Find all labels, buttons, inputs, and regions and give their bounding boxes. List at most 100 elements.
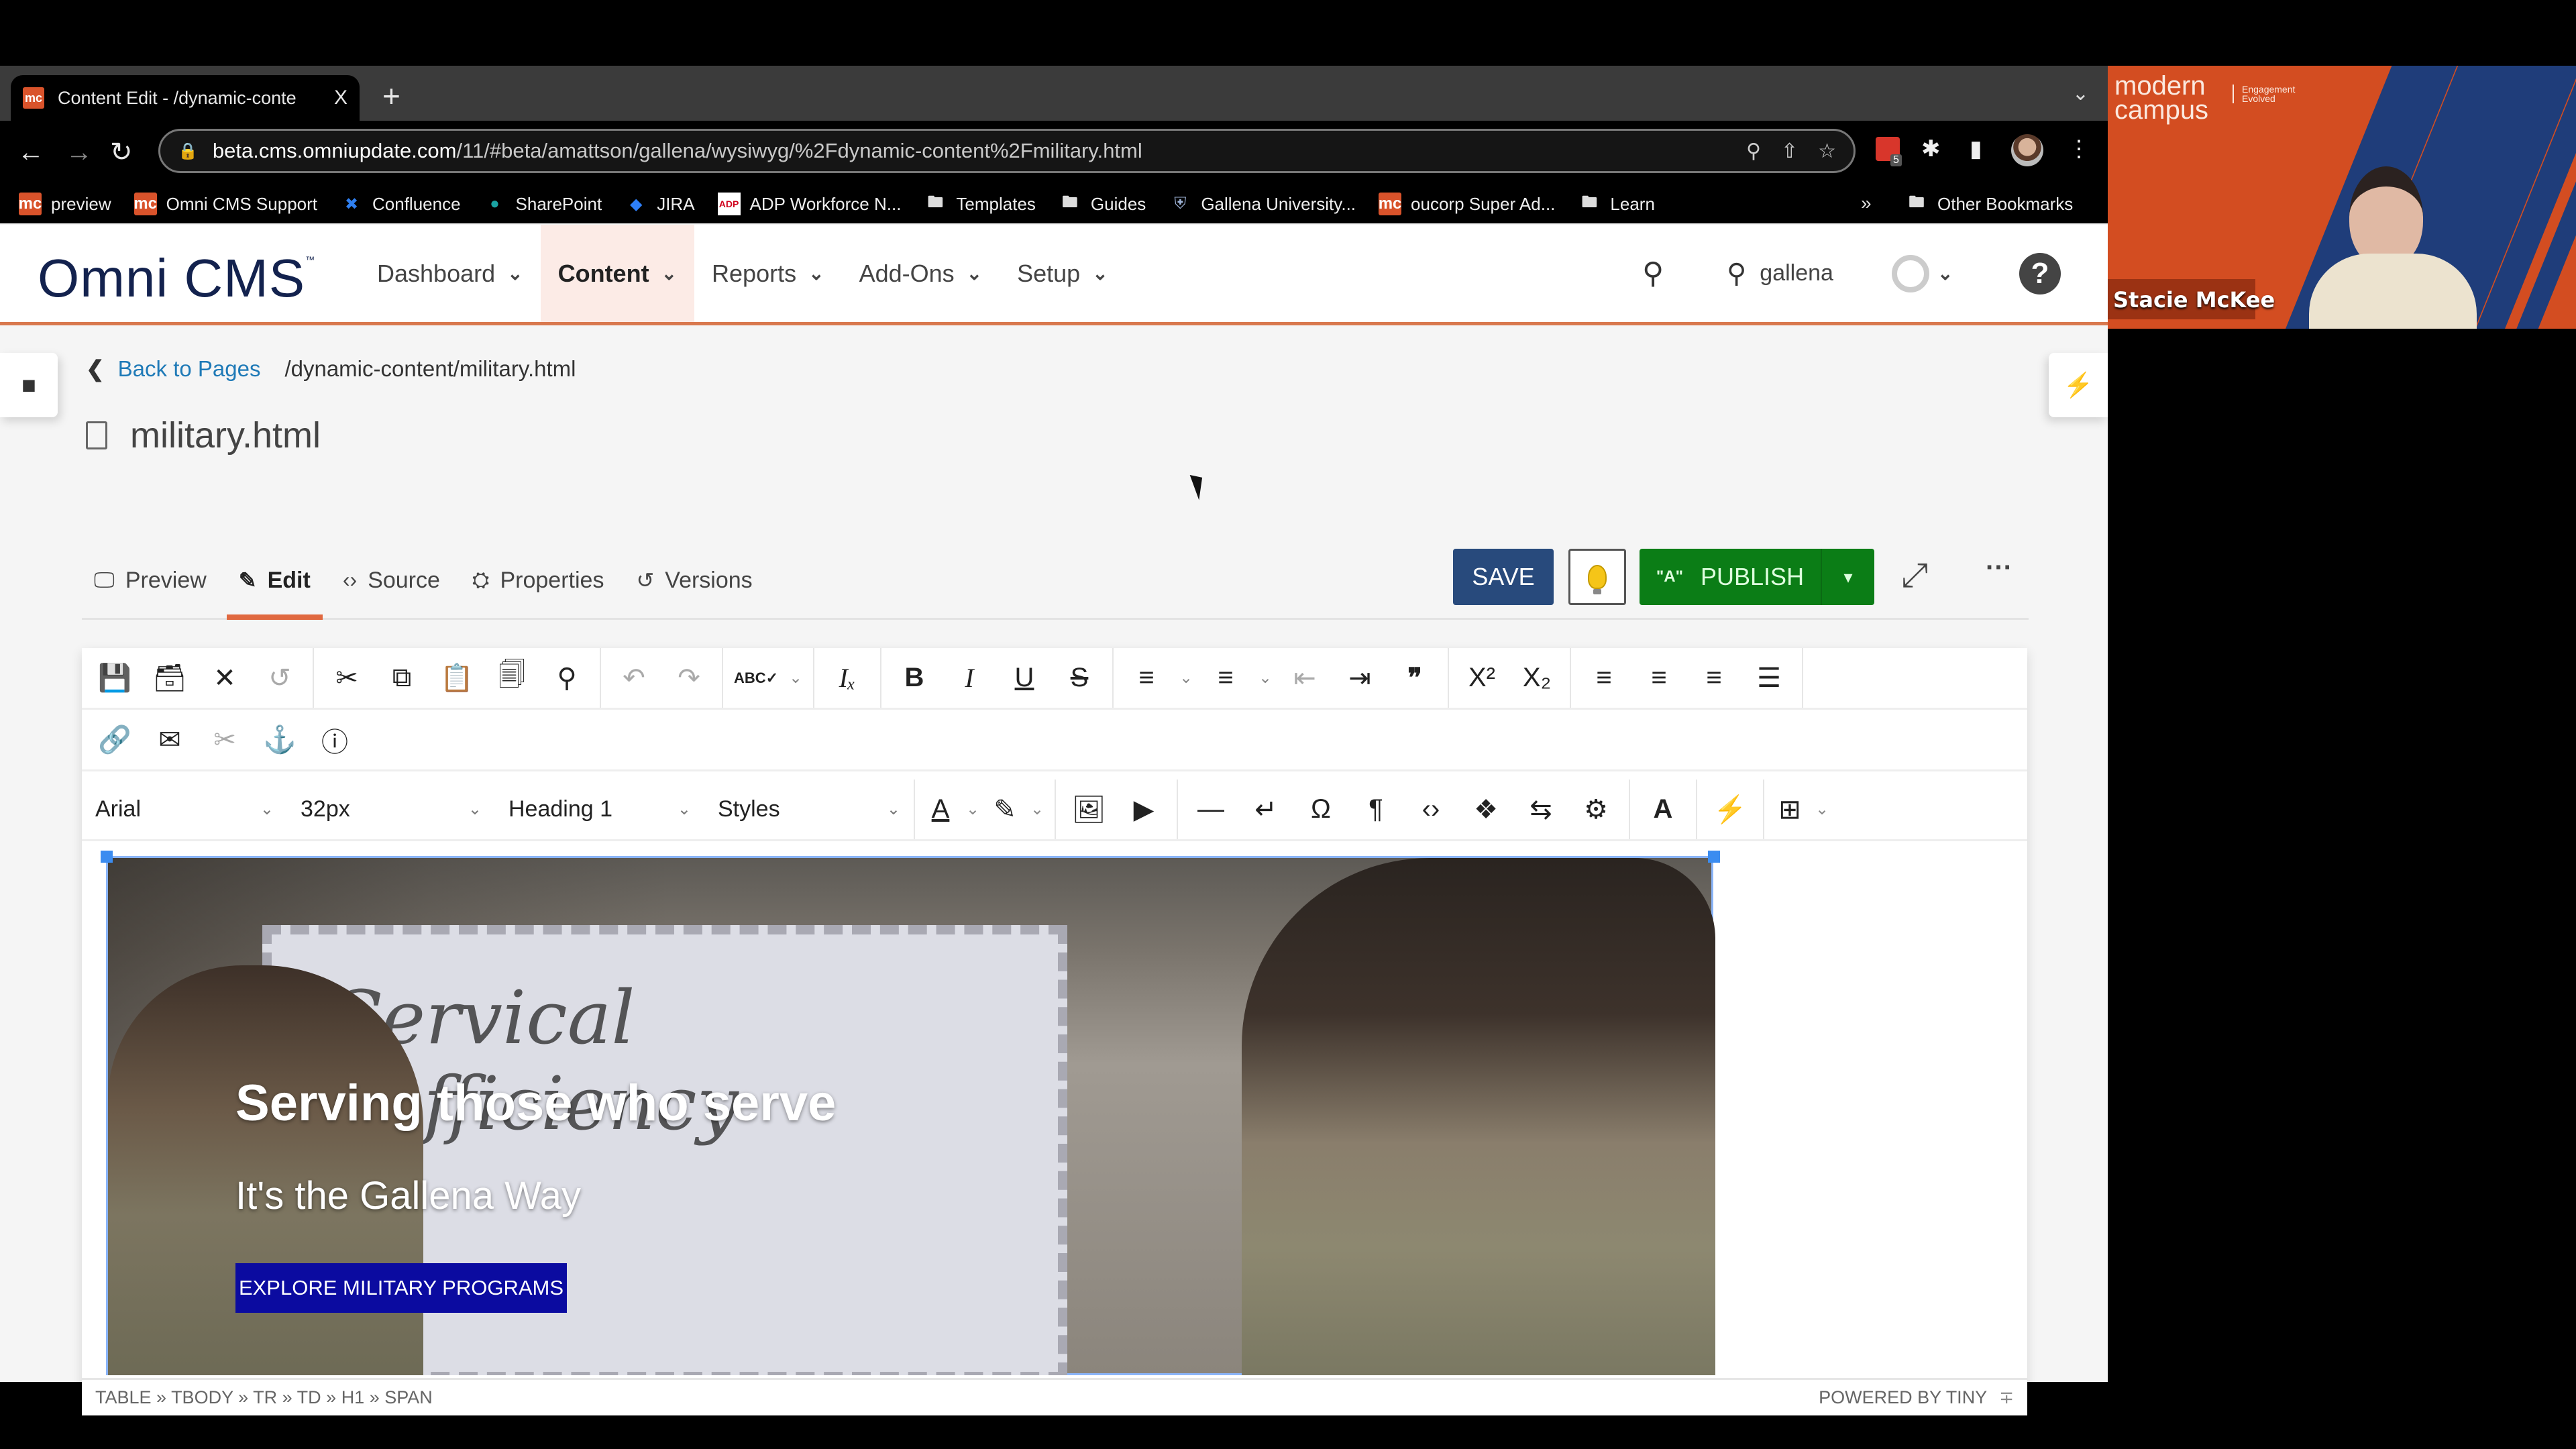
bookmark-guides[interactable]: 🖿 Guides bbox=[1059, 193, 1146, 215]
insert-image-icon[interactable]: 🖼 bbox=[1061, 786, 1116, 833]
profile-avatar[interactable] bbox=[2011, 134, 2043, 166]
numbered-list-icon[interactable]: ≡ bbox=[1198, 655, 1253, 702]
strikethrough-icon[interactable]: S bbox=[1052, 655, 1107, 702]
align-center-icon[interactable]: ≡ bbox=[1631, 655, 1686, 702]
chevron-down-icon[interactable]: ⌄ bbox=[961, 786, 985, 833]
bookmark-gallena-university[interactable]: ⛨ Gallena University... bbox=[1169, 193, 1356, 215]
powered-by-tiny-link[interactable]: POWERED BY TINY bbox=[1819, 1387, 1987, 1408]
path-h1[interactable]: H1 bbox=[341, 1387, 365, 1407]
address-bar[interactable]: 🔒 beta.cms.omniupdate.com/11/#beta/amatt… bbox=[158, 129, 1856, 173]
align-left-icon[interactable]: ≡ bbox=[1576, 655, 1631, 702]
new-tab-button[interactable]: + bbox=[382, 80, 400, 111]
forward-arrow-icon[interactable]: → bbox=[66, 136, 93, 169]
styles-select[interactable]: Styles ⌄ bbox=[704, 780, 914, 839]
fullscreen-expand-icon[interactable]: ⤢ bbox=[1901, 555, 1928, 595]
unlink-icon[interactable]: ✂ bbox=[197, 716, 252, 763]
email-icon[interactable]: ✉ bbox=[142, 716, 197, 763]
nav-setup[interactable]: Setup ⌄ bbox=[1000, 225, 1126, 322]
block-format-select[interactable]: Heading 1 ⌄ bbox=[495, 780, 704, 839]
zoom-icon[interactable]: ⚲ bbox=[1746, 140, 1761, 163]
tab-properties[interactable]: ⛭ Properties bbox=[460, 562, 616, 620]
bookmark-confluence[interactable]: ✖ Confluence bbox=[340, 193, 461, 215]
spellcheck-icon[interactable]: ABC✓ bbox=[729, 655, 784, 702]
path-td[interactable]: TD bbox=[297, 1387, 321, 1407]
back-arrow-icon[interactable]: ← bbox=[17, 136, 44, 169]
path-table[interactable]: TABLE bbox=[95, 1387, 152, 1407]
help-icon[interactable]: ⓘ bbox=[307, 716, 362, 763]
save-as-icon[interactable]: 🗃 bbox=[142, 655, 197, 702]
lightning-icon[interactable]: ⚡ bbox=[1703, 786, 1758, 833]
bold-icon[interactable]: B bbox=[887, 655, 942, 702]
font-family-select[interactable]: Arial ⌄ bbox=[82, 780, 287, 839]
bookmark-jira[interactable]: ◆ JIRA bbox=[625, 193, 695, 215]
justify-icon[interactable]: ☰ bbox=[1741, 655, 1796, 702]
hero-subheading[interactable]: It's the Gallena Way bbox=[235, 1173, 581, 1218]
back-to-pages-link[interactable]: ❮ Back to Pages bbox=[86, 356, 260, 382]
path-tr[interactable]: TR bbox=[253, 1387, 277, 1407]
accessibility-check-icon[interactable]: A bbox=[1635, 786, 1690, 833]
explore-military-programs-button[interactable]: EXPLORE MILITARY PROGRAMS bbox=[235, 1263, 567, 1313]
table-icon[interactable]: ⊞ bbox=[1770, 786, 1810, 833]
snippet-puzzle-icon[interactable]: ❖ bbox=[1458, 786, 1513, 833]
path-span[interactable]: SPAN bbox=[384, 1387, 433, 1407]
resize-handle-top-right[interactable] bbox=[1708, 851, 1720, 863]
paste-icon[interactable]: 📋 bbox=[429, 655, 484, 702]
redo-icon[interactable]: ↷ bbox=[661, 655, 716, 702]
save-button[interactable]: SAVE bbox=[1453, 549, 1554, 605]
nav-add-ons[interactable]: Add-Ons ⌄ bbox=[842, 225, 1000, 322]
code-icon[interactable]: ‹› bbox=[1403, 786, 1458, 833]
nav-reports[interactable]: Reports ⌄ bbox=[694, 225, 842, 322]
tab-preview[interactable]: 🖵 Preview bbox=[82, 562, 219, 620]
tab-source[interactable]: ‹› Source bbox=[331, 562, 452, 620]
url-text[interactable]: beta.cms.omniupdate.com/11/#beta/amattso… bbox=[213, 139, 1726, 163]
chevron-down-icon[interactable]: ⌄ bbox=[784, 655, 808, 702]
resize-handle-top-left[interactable] bbox=[101, 851, 113, 863]
nav-dashboard[interactable]: Dashboard ⌄ bbox=[360, 225, 541, 322]
bookmarks-overflow-button[interactable]: » bbox=[1861, 193, 1872, 214]
editor-resize-handle-icon[interactable]: ∓ bbox=[1999, 1387, 2014, 1408]
link-icon[interactable]: 🔗 bbox=[87, 716, 142, 763]
insert-video-icon[interactable]: ▶ bbox=[1116, 786, 1171, 833]
hero-image-block[interactable]: Cervical Sufficiency Serving those who s… bbox=[106, 856, 1715, 1375]
chevron-down-icon[interactable]: ⌄ bbox=[1810, 786, 1834, 833]
blockquote-icon[interactable]: ❞ bbox=[1387, 655, 1442, 702]
path-tbody[interactable]: TBODY bbox=[171, 1387, 233, 1407]
component-icon[interactable]: ⚙ bbox=[1568, 786, 1623, 833]
font-size-select[interactable]: 32px ⌄ bbox=[287, 780, 495, 839]
tab-versions[interactable]: ↺ Versions bbox=[624, 562, 764, 620]
gadgets-toggle[interactable]: ⚡ bbox=[2049, 353, 2108, 417]
tab-search-chevron-icon[interactable]: ⌄ bbox=[2072, 82, 2089, 105]
outdent-icon[interactable]: ⇤ bbox=[1277, 655, 1332, 702]
cut-icon[interactable]: ✂ bbox=[319, 655, 374, 702]
publish-button[interactable]: "A" PUBLISH bbox=[1640, 549, 1821, 605]
undo-icon[interactable]: ↶ bbox=[606, 655, 661, 702]
more-options-icon[interactable]: ··· bbox=[1986, 553, 2012, 583]
find-icon[interactable]: ⚲ bbox=[539, 655, 594, 702]
bookmark-omni-cms-support[interactable]: mc Omni CMS Support bbox=[133, 193, 317, 215]
special-character-icon[interactable]: Ω bbox=[1293, 786, 1348, 833]
tab-edit[interactable]: ✎ Edit bbox=[226, 562, 323, 620]
browser-menu-icon[interactable]: ⋮ bbox=[2068, 136, 2090, 162]
close-icon[interactable]: ✕ bbox=[197, 655, 252, 702]
help-button[interactable]: ? bbox=[2019, 225, 2061, 322]
editor-content[interactable]: Cervical Sufficiency Serving those who s… bbox=[82, 843, 2027, 1375]
show-blocks-icon[interactable]: ¶ bbox=[1348, 786, 1403, 833]
highlight-color-icon[interactable]: ✎ bbox=[985, 786, 1025, 833]
line-break-icon[interactable]: ↵ bbox=[1238, 786, 1293, 833]
italic-icon[interactable]: I bbox=[942, 655, 997, 702]
crop-icon[interactable]: ⇆ bbox=[1513, 786, 1568, 833]
bookmark-sharepoint[interactable]: ● SharePoint bbox=[484, 193, 602, 215]
site-selector[interactable]: ⚲ gallena bbox=[1727, 225, 1833, 322]
horizontal-rule-icon[interactable]: — bbox=[1183, 786, 1238, 833]
subscript-icon[interactable]: X₂ bbox=[1509, 655, 1564, 702]
bookmark-other-bookmarks[interactable]: 🖿 Other Bookmarks bbox=[1905, 184, 2073, 223]
revert-icon[interactable]: ↺ bbox=[252, 655, 307, 702]
file-navigation-toggle[interactable]: ■ bbox=[0, 353, 58, 417]
search-icon[interactable]: ⚲ bbox=[1642, 225, 1664, 322]
anchor-icon[interactable]: ⚓ bbox=[252, 716, 307, 763]
bullet-list-icon[interactable]: ≡ bbox=[1119, 655, 1174, 702]
copy-icon[interactable]: ⧉ bbox=[374, 655, 429, 702]
underline-icon[interactable]: U bbox=[997, 655, 1052, 702]
tab-close-icon[interactable]: X bbox=[334, 87, 347, 109]
extensions-puzzle-icon[interactable]: ✱ bbox=[1921, 136, 1941, 162]
